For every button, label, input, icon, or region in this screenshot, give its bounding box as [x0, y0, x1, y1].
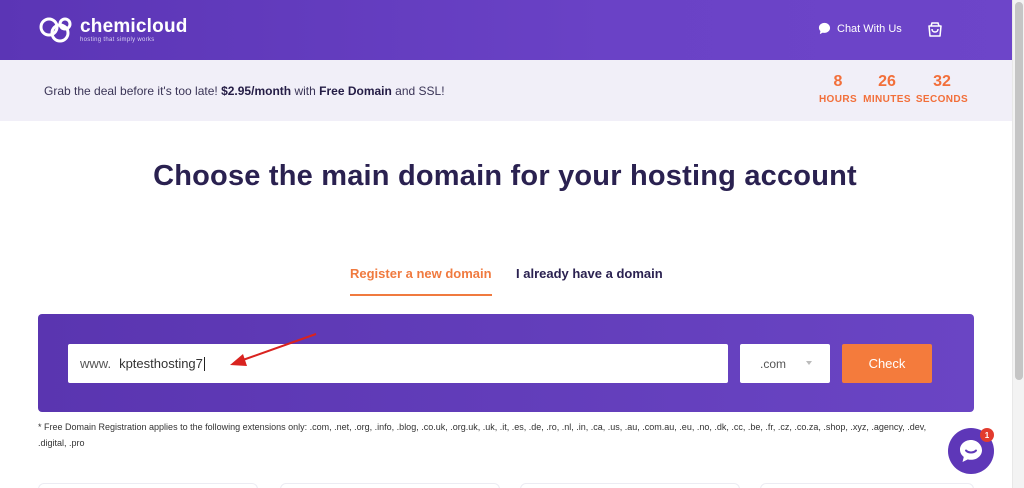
chemicloud-logo-icon	[39, 17, 72, 43]
promo-bar: Grab the deal before it's too late! $2.9…	[0, 60, 1024, 121]
domain-prefix: www.	[80, 356, 112, 371]
countdown-hours-label: HOURS	[818, 94, 858, 105]
brand-text: chemicloud hosting that simply works	[80, 17, 188, 44]
page-scrollbar[interactable]	[1012, 0, 1024, 488]
plan-card	[520, 483, 740, 488]
free-domain-note: * Free Domain Registration applies to th…	[38, 422, 927, 448]
tab-register-new-domain[interactable]: Register a new domain	[350, 266, 492, 296]
chat-bubble-icon	[818, 22, 831, 35]
countdown-minutes: 26 MINUTES	[860, 72, 914, 108]
promo-price: $2.95/month	[221, 84, 292, 98]
countdown-minutes-value: 26	[878, 73, 896, 90]
chat-with-us-label: Chat With Us	[837, 22, 902, 35]
promo-text: Grab the deal before it's too late! $2.9…	[44, 84, 445, 98]
domain-name-input[interactable]: www. kptesthosting7	[68, 344, 728, 383]
chat-with-us-link[interactable]: Chat With Us	[818, 22, 902, 35]
plan-card	[760, 483, 974, 488]
chevron-down-icon	[806, 361, 812, 365]
countdown-minutes-label: MINUTES	[863, 94, 911, 105]
countdown-hours: 8 HOURS	[816, 72, 860, 108]
tab-already-have-domain[interactable]: I already have a domain	[516, 266, 663, 281]
countdown-seconds-label: SECONDS	[915, 94, 969, 105]
brand-tagline: hosting that simply works	[80, 36, 155, 43]
site-header: chemicloud hosting that simply works Cha…	[0, 0, 1024, 60]
countdown-seconds: 32 SECONDS	[914, 72, 970, 108]
countdown-hours-value: 8	[833, 73, 843, 90]
promo-free-domain: Free Domain	[319, 84, 392, 98]
promo-text-tail: and SSL!	[395, 84, 445, 98]
promo-text-middle: with	[294, 84, 316, 98]
brand-name: chemicloud	[80, 15, 188, 37]
tld-select[interactable]: .com	[740, 344, 830, 383]
promo-text-lead: Grab the deal before it's too late!	[44, 84, 218, 98]
plan-card	[38, 483, 258, 488]
check-button[interactable]: Check	[842, 344, 932, 383]
chat-notification-badge: 1	[980, 428, 994, 442]
scrollbar-thumb[interactable]	[1015, 2, 1023, 380]
tld-selected-value: .com	[760, 356, 787, 371]
text-caret	[203, 356, 205, 371]
brand-logo[interactable]: chemicloud hosting that simply works	[38, 15, 188, 45]
countdown-seconds-value: 32	[933, 73, 951, 90]
domain-input-value: kptesthosting7	[119, 356, 203, 371]
plan-card	[280, 483, 500, 488]
page-title: Choose the main domain for your hosting …	[153, 160, 857, 192]
cart-icon[interactable]	[926, 21, 944, 39]
